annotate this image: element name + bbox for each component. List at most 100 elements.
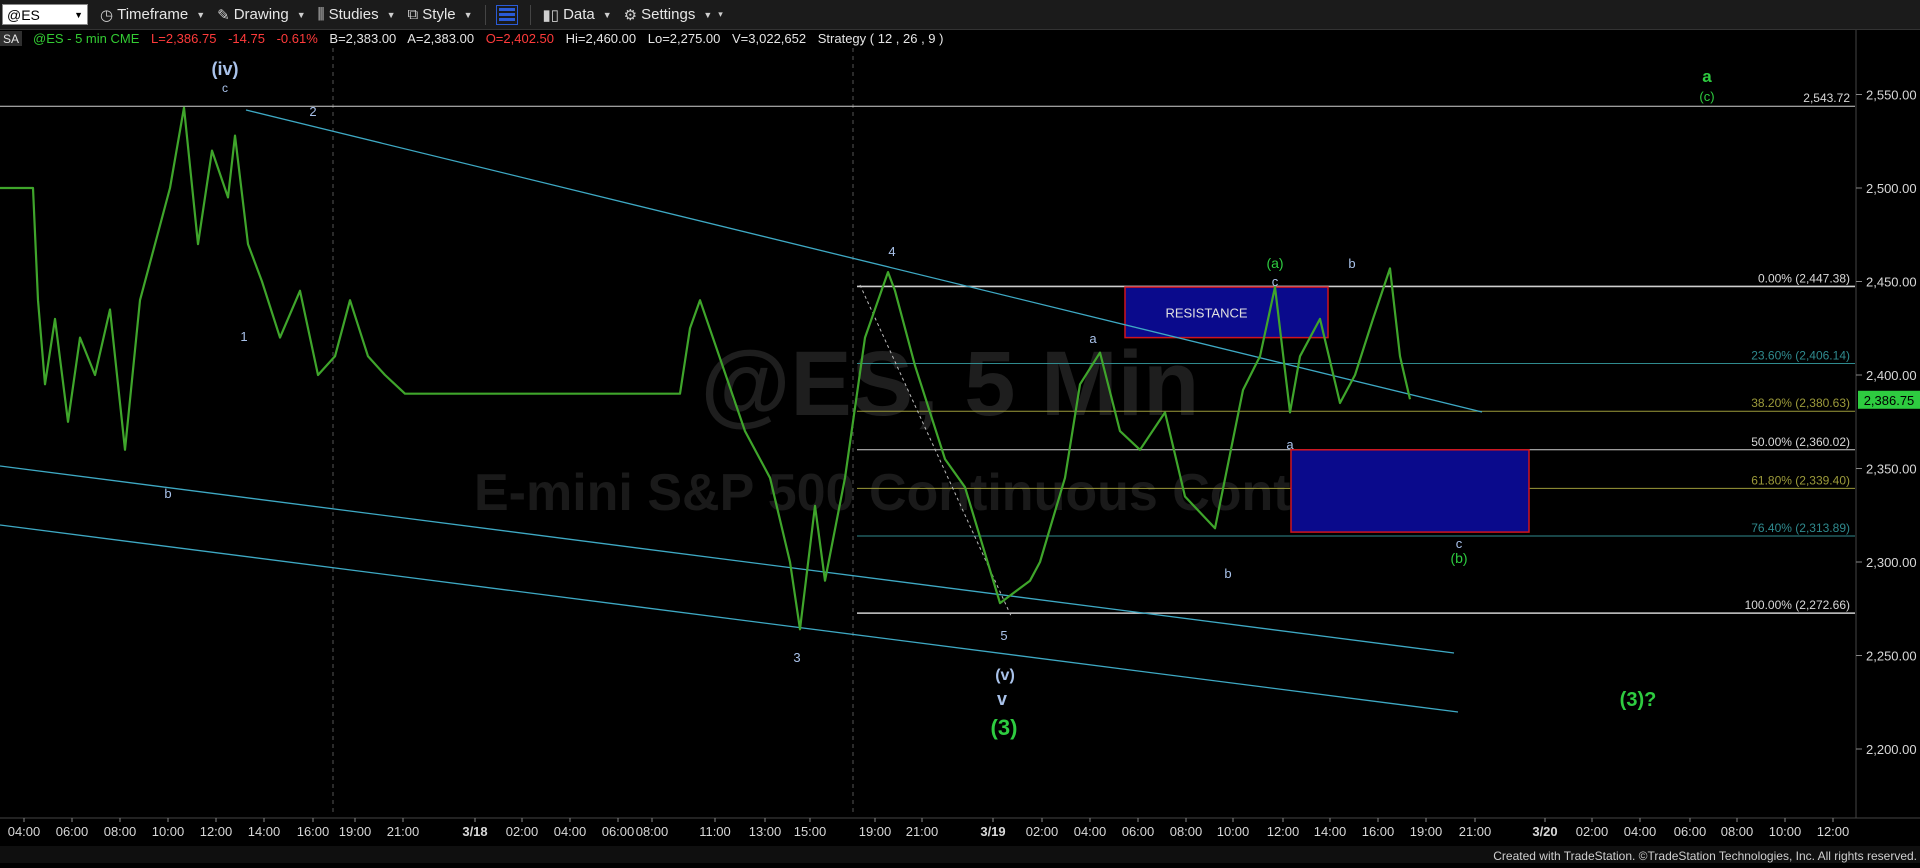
clock-icon: ◷ [100, 6, 114, 24]
ask-info: A=2,383.00 [407, 31, 474, 46]
wave-label: a [1089, 331, 1097, 346]
symbol-input[interactable]: @ES ▼ [2, 4, 88, 25]
time-axis-label: 12:00 [1817, 824, 1850, 839]
time-axis-label: 21:00 [387, 824, 420, 839]
data-menu[interactable]: ▮▯ Data ▼ [543, 6, 612, 24]
chart-background [0, 30, 1920, 863]
time-axis-label: 3/20 [1532, 824, 1557, 839]
wave-label: v [997, 689, 1007, 709]
wave-label: (b) [1450, 550, 1467, 566]
low-info: Lo=2,275.00 [648, 31, 721, 46]
wave-label: c [222, 81, 228, 95]
wave-label: (v) [995, 667, 1015, 684]
toolbar-divider [529, 4, 531, 25]
time-axis-label: 10:00 [1769, 824, 1802, 839]
support-zone [1290, 449, 1530, 533]
time-axis-label: 10:00 [152, 824, 185, 839]
settings-label: Settings [641, 6, 696, 23]
fib-label: 50.00% (2,360.02) [1751, 435, 1850, 449]
wave-label: a [1702, 67, 1712, 86]
last-price-info: L=2,386.75 [151, 31, 216, 46]
price-axis-label: 2,400.00 [1866, 368, 1917, 383]
time-axis-label: 02:00 [1576, 824, 1609, 839]
price-axis-label: 2,250.00 [1866, 649, 1917, 664]
time-axis-label: 04:00 [1624, 824, 1657, 839]
fib-label: 23.60% (2,406.14) [1751, 349, 1850, 363]
time-axis-label: 08:00 [1170, 824, 1203, 839]
high-info: Hi=2,460.00 [566, 31, 636, 46]
wave-label: c [1272, 274, 1279, 289]
wave-label: (3) [991, 715, 1018, 740]
time-axis-label: 3/19 [980, 824, 1005, 839]
price-chart[interactable]: SA @ES - 5 min CME L=2,386.75 -14.75 -0.… [0, 30, 1920, 863]
bid-info: B=2,383.00 [329, 31, 396, 46]
layout-button[interactable] [495, 4, 518, 25]
wave-label: (a) [1266, 255, 1283, 271]
time-axis-label: 19:00 [1410, 824, 1443, 839]
drawing-label: Drawing [233, 6, 289, 23]
fib-label: 2,543.72 [1803, 91, 1850, 105]
time-axis-label: 12:00 [200, 824, 233, 839]
studies-label: Studies [328, 6, 379, 23]
time-axis-label: 21:00 [906, 824, 939, 839]
wave-label: 2 [309, 104, 316, 119]
wave-label: b [1348, 256, 1355, 271]
chevron-down-icon: ▼ [463, 9, 473, 20]
price-axis-label: 2,300.00 [1866, 555, 1917, 570]
style-icon: ⧉ [407, 6, 419, 23]
fib-label: 61.80% (2,339.40) [1751, 473, 1850, 487]
wave-label: a [1286, 437, 1294, 452]
toolbar-divider [484, 4, 486, 25]
info-line: @ES - 5 min CME L=2,386.75 -14.75 -0.61%… [33, 31, 943, 46]
time-axis-label: 10:00 [1217, 824, 1250, 839]
time-axis-label: 14:00 [1314, 824, 1347, 839]
time-axis-label: 02:00 [506, 824, 539, 839]
change-info: -14.75 [228, 31, 265, 46]
time-axis-label: 08:00 [1721, 824, 1754, 839]
time-axis-label: 21:00 [1459, 824, 1492, 839]
resistance-zone-label: RESISTANCE [1165, 305, 1247, 320]
timeframe-label: Timeframe [117, 6, 189, 23]
wave-label: 5 [1000, 628, 1007, 643]
chevron-down-icon: ▼ [703, 9, 713, 20]
pencil-icon: ✎ [217, 6, 230, 24]
time-axis-label: 16:00 [297, 824, 330, 839]
chevron-down-icon: ▼ [602, 9, 612, 20]
time-axis-label: 11:00 [699, 824, 731, 839]
price-axis-label: 2,550.00 [1866, 88, 1917, 103]
time-axis-label: 12:00 [1267, 824, 1300, 839]
price-axis-label: 2,500.00 [1866, 181, 1917, 196]
drawing-menu[interactable]: ✎ Drawing ▼ [217, 6, 306, 24]
studies-menu[interactable]: ⫼ Studies ▼ [318, 6, 396, 23]
strategy-info: Strategy ( 12 , 26 , 9 ) [818, 31, 944, 46]
wave-label: 3 [793, 650, 800, 665]
overflow-icon[interactable]: ▾ [718, 9, 723, 20]
fib-label: 0.00% (2,447.38) [1758, 271, 1850, 285]
chevron-down-icon: ▼ [386, 9, 396, 20]
chevron-down-icon: ▼ [296, 9, 306, 20]
timeframe-menu[interactable]: ◷ Timeframe ▼ [100, 6, 205, 24]
wave-label: (3)? [1620, 689, 1657, 711]
wave-label: (iv) [212, 59, 239, 79]
time-axis-label: 15:00 [794, 824, 827, 839]
wave-label: 1 [240, 329, 247, 344]
price-axis-label: 2,200.00 [1866, 742, 1917, 757]
volume-info: V=3,022,652 [732, 31, 806, 46]
fib-label: 38.20% (2,380.63) [1751, 396, 1850, 410]
time-axis-label: 04:00 [1074, 824, 1107, 839]
symbol-info: @ES - 5 min CME [33, 31, 140, 46]
chart-area[interactable]: SA @ES - 5 min CME L=2,386.75 -14.75 -0.… [0, 30, 1920, 863]
time-axis-label: 13:00 [749, 824, 782, 839]
wave-label: c [1456, 536, 1463, 551]
chevron-down-icon: ▼ [196, 9, 206, 20]
layout-bar [498, 17, 515, 21]
time-axis-label: 19:00 [859, 824, 892, 839]
time-axis-label: 02:00 [1026, 824, 1059, 839]
wave-label: 4 [888, 244, 895, 259]
settings-menu[interactable]: ⚙ Settings ▼ ▾ [624, 6, 723, 24]
chart-toolbar: @ES ▼ ◷ Timeframe ▼ ✎ Drawing ▼ ⫼ Studie… [0, 0, 1920, 30]
time-axis-label: 04:00 [8, 824, 41, 839]
last-price-label: 2,386.75 [1864, 393, 1915, 408]
style-menu[interactable]: ⧉ Style ▼ [408, 6, 473, 23]
wave-label: b [164, 486, 171, 501]
